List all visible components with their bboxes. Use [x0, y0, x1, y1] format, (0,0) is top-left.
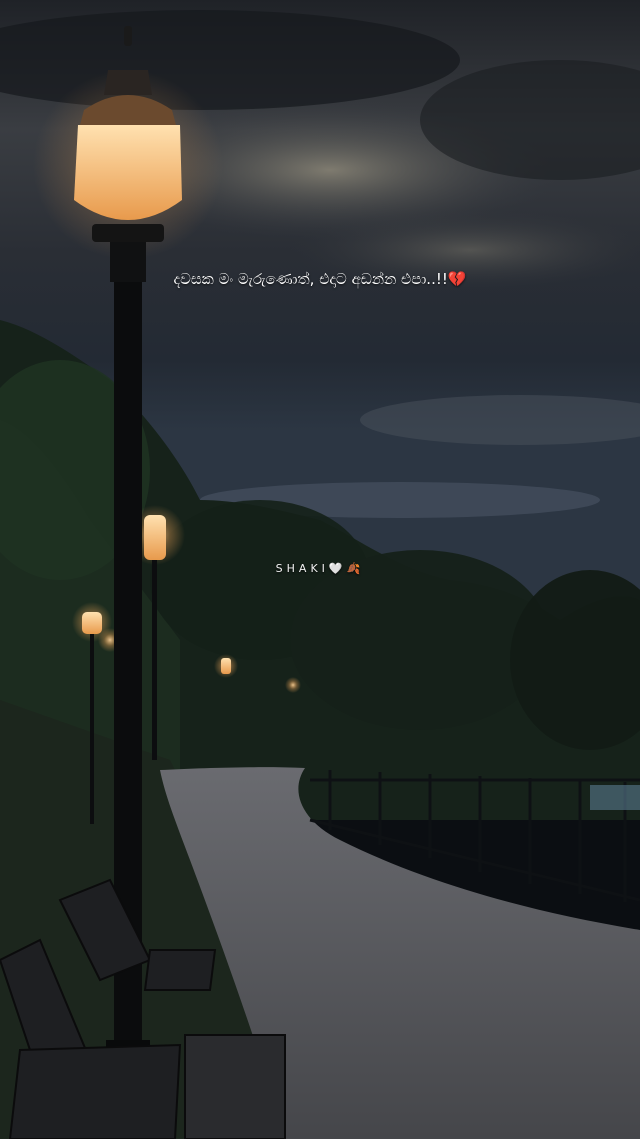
caption-text: දවසක මං මැරුණොත්, එදාට අඩන්න එපා..!!💔 [173, 270, 467, 288]
signature-text: SHAKI🤍🍂 [275, 562, 365, 575]
photo-scene: දවසක මං මැරුණොත්, එදාට අඩන්න එපා..!!💔 SH… [0, 0, 640, 1139]
